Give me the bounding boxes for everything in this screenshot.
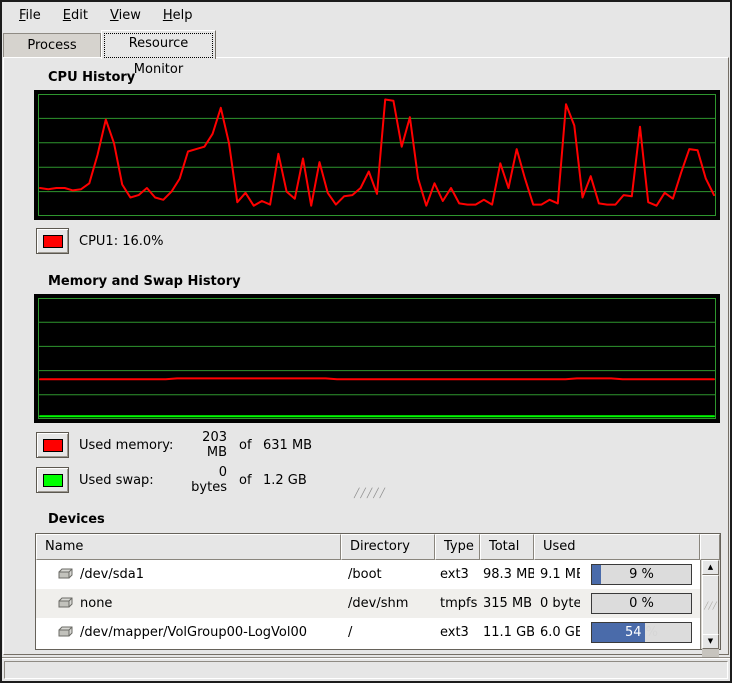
devices-table-body: /dev/sda1 /boot ext3 98.3 MB 9.1 MB 9 %9… bbox=[36, 560, 700, 649]
menu-file[interactable]: File bbox=[8, 5, 52, 26]
device-type: ext3 bbox=[435, 625, 480, 640]
table-row[interactable]: none /dev/shm tmpfs 315 MB 0 bytes 0 %0 … bbox=[36, 589, 700, 618]
column-header-total[interactable]: Total bbox=[480, 534, 534, 560]
cpu-legend-row: CPU1: 16.0% bbox=[36, 228, 164, 254]
system-monitor-window: File Edit View Help Process Listing Reso… bbox=[0, 0, 732, 683]
swap-legend-row: Used swap: 0 bytes of 1.2 GB bbox=[36, 465, 307, 495]
devices-table-header: Name Directory Type Total Used bbox=[36, 534, 720, 560]
cpu-color-button[interactable] bbox=[36, 228, 69, 254]
tab-resource-monitor[interactable]: Resource Monitor bbox=[101, 30, 216, 59]
devices-table: Name Directory Type Total Used /dev/sda1 bbox=[35, 533, 721, 650]
disk-drive-icon bbox=[57, 597, 74, 610]
device-type: ext3 bbox=[435, 567, 480, 582]
column-header-spacer bbox=[700, 534, 720, 560]
memory-legend-row: Used memory: 203 MB of 631 MB bbox=[36, 430, 312, 460]
device-name: none bbox=[80, 596, 112, 611]
device-used: 9.1 MB bbox=[534, 567, 580, 582]
column-header-name[interactable]: Name bbox=[36, 534, 341, 560]
notebook-tabs: Process Listing Resource Monitor bbox=[2, 29, 730, 58]
device-name: /dev/sda1 bbox=[80, 567, 144, 582]
scrollbar-thumb[interactable]: ╱╱╱ bbox=[702, 575, 719, 637]
device-total: 11.1 GB bbox=[480, 625, 534, 640]
memory-total-value: 631 MB bbox=[263, 438, 312, 453]
memory-history-title: Memory and Swap History bbox=[48, 274, 241, 289]
column-header-type[interactable]: Type bbox=[435, 534, 480, 560]
swap-color-button[interactable] bbox=[36, 467, 69, 493]
usage-progress-fill: 9 % bbox=[592, 565, 601, 584]
usage-progress-bar: 0 %0 % bbox=[591, 593, 692, 614]
swap-used-value: 0 bytes bbox=[179, 465, 227, 495]
cpu-color-swatch bbox=[43, 235, 63, 248]
swap-legend-label: Used swap: bbox=[79, 473, 179, 488]
swap-total-value: 1.2 GB bbox=[263, 473, 307, 488]
status-bar bbox=[2, 657, 730, 681]
menu-bar: File Edit View Help bbox=[2, 2, 730, 29]
device-used: 0 bytes bbox=[534, 596, 580, 611]
devices-title: Devices bbox=[48, 512, 105, 527]
cpu-history-graph bbox=[34, 90, 720, 220]
memory-history-graph bbox=[34, 294, 720, 423]
table-row[interactable]: /dev/sda1 /boot ext3 98.3 MB 9.1 MB 9 %9… bbox=[36, 560, 700, 589]
thumb-grip-icon: ╱╱╱ bbox=[704, 602, 717, 610]
device-used: 6.0 GB bbox=[534, 625, 580, 640]
resource-monitor-page: CPU History CPU1: 16.0% Memory and Swap … bbox=[3, 57, 729, 655]
memory-color-button[interactable] bbox=[36, 432, 69, 458]
status-bar-frame bbox=[4, 661, 728, 679]
usage-progress-bar: 54 %54 % bbox=[591, 622, 692, 643]
column-header-used[interactable]: Used bbox=[534, 534, 700, 560]
disk-drive-icon bbox=[57, 626, 74, 639]
device-total: 315 MB bbox=[480, 596, 534, 611]
pane-resize-grip-icon[interactable]: ╱╱╱╱╱ bbox=[354, 489, 386, 499]
device-type: tmpfs bbox=[435, 596, 480, 611]
usage-percent-label: 9 % bbox=[592, 565, 691, 584]
memory-used-value: 203 MB bbox=[179, 430, 227, 460]
down-arrow-icon: ▼ bbox=[708, 637, 713, 645]
usage-progress-bar: 9 %9 % bbox=[591, 564, 692, 585]
column-header-directory[interactable]: Directory bbox=[341, 534, 435, 560]
table-row[interactable]: /dev/mapper/VolGroup00-LogVol00 / ext3 1… bbox=[36, 618, 700, 647]
device-total: 98.3 MB bbox=[480, 567, 534, 582]
swap-of-text: of bbox=[239, 473, 254, 488]
device-directory: / bbox=[341, 625, 435, 640]
usage-progress-fill: 54 % bbox=[592, 623, 645, 642]
scroll-up-button[interactable]: ▲ bbox=[702, 560, 719, 575]
usage-percent-label: 0 % bbox=[592, 594, 691, 613]
menu-edit[interactable]: Edit bbox=[52, 5, 99, 26]
cpu-legend-label: CPU1: 16.0% bbox=[79, 234, 164, 249]
device-name: /dev/mapper/VolGroup00-LogVol00 bbox=[80, 625, 307, 640]
device-directory: /boot bbox=[341, 567, 435, 582]
memory-color-swatch bbox=[43, 439, 63, 452]
scroll-down-button[interactable]: ▼ bbox=[702, 634, 719, 649]
swap-color-swatch bbox=[43, 474, 63, 487]
memory-legend-label: Used memory: bbox=[79, 438, 179, 453]
up-arrow-icon: ▲ bbox=[708, 563, 713, 571]
device-directory: /dev/shm bbox=[341, 596, 435, 611]
memory-of-text: of bbox=[239, 438, 254, 453]
cpu-history-title: CPU History bbox=[48, 70, 135, 85]
vertical-scrollbar[interactable]: ▲ ╱╱╱ ▼ bbox=[700, 560, 720, 649]
disk-drive-icon bbox=[57, 568, 74, 581]
menu-view[interactable]: View bbox=[99, 5, 152, 26]
menu-help[interactable]: Help bbox=[152, 5, 204, 26]
tab-process-listing[interactable]: Process Listing bbox=[3, 33, 101, 58]
